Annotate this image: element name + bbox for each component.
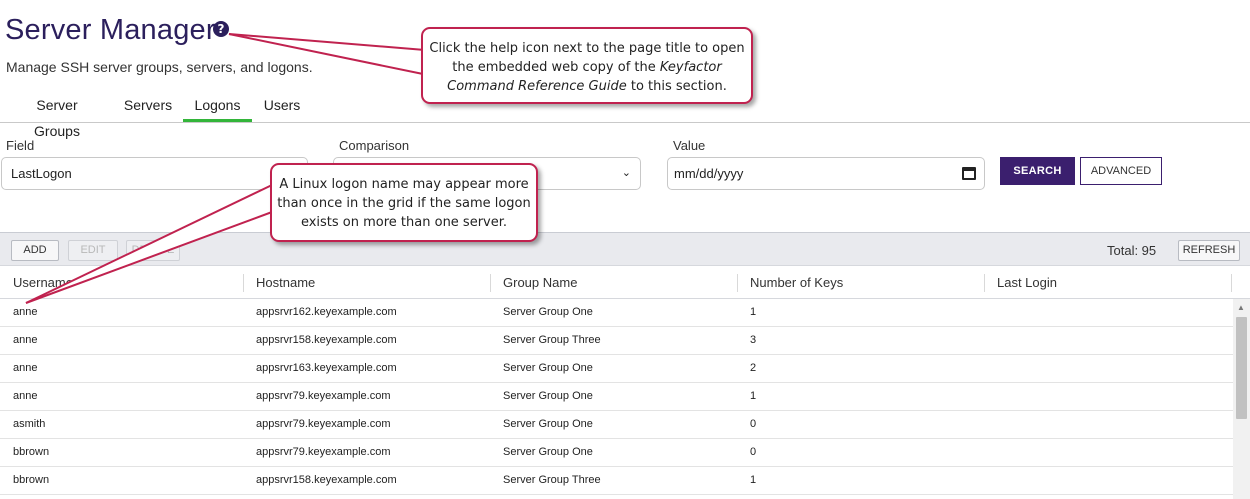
logon-callout-pointer-edge (25, 184, 273, 304)
help-callout-line2: the embedded web copy of the Keyfactor (452, 60, 722, 75)
help-callout-line3: Command Reference Guide to this section. (447, 79, 727, 94)
logon-callout-pointer-edge (25, 211, 273, 304)
logon-callout-line1: A Linux logon name may appear more (279, 177, 529, 192)
logon-callout: A Linux logon name may appear more than … (270, 163, 538, 242)
help-callout: Click the help icon next to the page tit… (421, 27, 753, 104)
logon-callout-line2: than once in the grid if the same logon (277, 196, 531, 211)
help-callout-line1: Click the help icon next to the page tit… (429, 41, 745, 56)
logon-callout-line3: exists on more than one server. (300, 215, 508, 230)
